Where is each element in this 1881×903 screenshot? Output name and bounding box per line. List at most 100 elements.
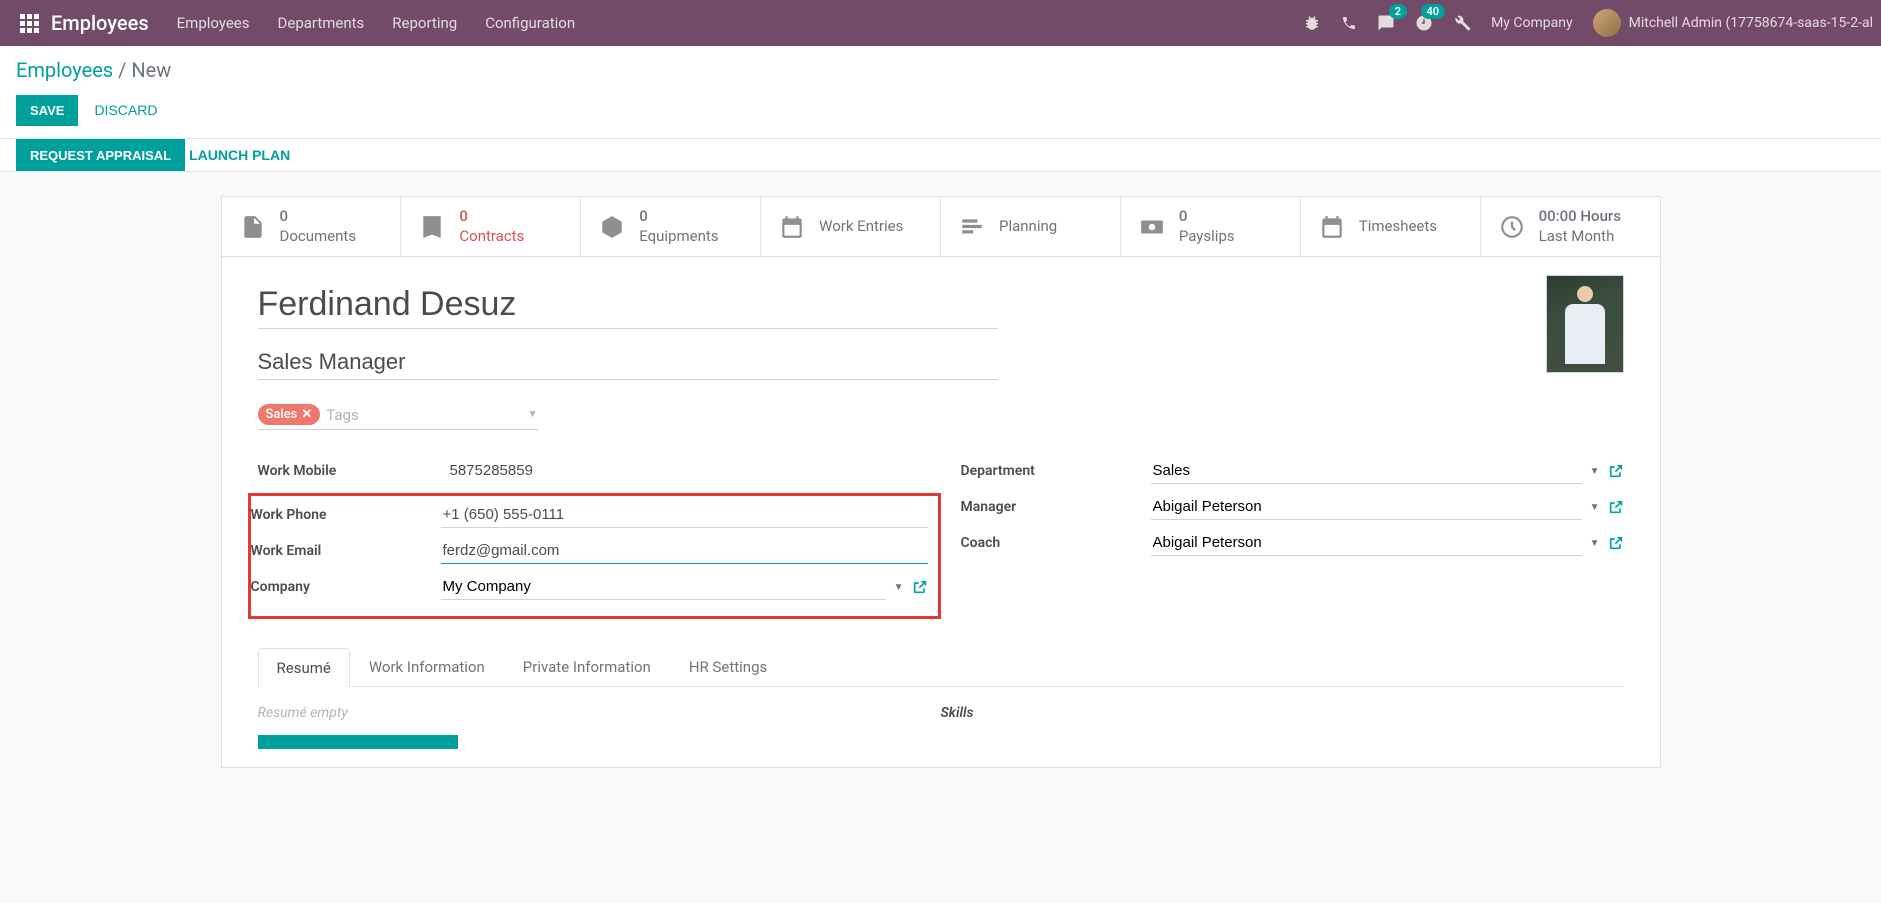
chevron-down-icon[interactable]: ▼ <box>1590 502 1600 513</box>
name-input[interactable] <box>258 281 998 329</box>
bug-icon[interactable] <box>1303 14 1321 32</box>
company-label: Company <box>251 579 441 595</box>
stat-label: Work Entries <box>819 217 903 237</box>
external-link-icon[interactable] <box>1608 499 1624 515</box>
request-appraisal-button[interactable]: REQUEST APPRAISAL <box>16 139 185 171</box>
work-mobile-label: Work Mobile <box>258 463 448 479</box>
right-column: Department ▼ Manager ▼ C <box>961 458 1624 619</box>
breadcrumb-sep: / <box>118 58 126 82</box>
stat-count: 0 <box>280 207 357 227</box>
external-link-icon[interactable] <box>1608 463 1624 479</box>
app-brand[interactable]: Employees <box>51 11 149 35</box>
clock-icon <box>1499 214 1525 240</box>
notebook-tabs: Resumé Work Information Private Informat… <box>258 647 1624 687</box>
breadcrumb-current: New <box>131 58 171 82</box>
chevron-down-icon[interactable]: ▼ <box>1590 538 1600 549</box>
chevron-down-icon[interactable]: ▼ <box>528 409 538 420</box>
form-sheet: 0Documents 0Contracts 0Equipments Work E… <box>221 196 1661 768</box>
top-menu: Employees Departments Reporting Configur… <box>177 14 575 32</box>
cubes-icon <box>599 214 625 240</box>
stat-timesheets[interactable]: Timesheets <box>1301 197 1481 256</box>
tags-field[interactable]: Sales ✕ Tags ▼ <box>258 404 538 430</box>
highlighted-region: Work Phone Work Email Company ▼ <box>248 493 941 619</box>
tab-content: Resumé empty Skills <box>222 687 1660 767</box>
add-resume-button[interactable] <box>258 735 458 749</box>
stat-buttons: 0Documents 0Contracts 0Equipments Work E… <box>222 197 1660 257</box>
company-switcher[interactable]: My Company <box>1491 15 1573 31</box>
chevron-down-icon[interactable]: ▼ <box>894 582 904 593</box>
menu-configuration[interactable]: Configuration <box>485 14 575 32</box>
stat-work-entries[interactable]: Work Entries <box>761 197 941 256</box>
menu-departments[interactable]: Departments <box>278 14 365 32</box>
launch-plan-button[interactable]: LAUNCH PLAN <box>185 139 294 171</box>
tag-sales[interactable]: Sales ✕ <box>258 404 321 425</box>
stat-payslips[interactable]: 0Payslips <box>1121 197 1301 256</box>
stat-label: Contracts <box>459 227 524 247</box>
tag-remove-icon[interactable]: ✕ <box>301 407 312 422</box>
topbar: Employees Employees Departments Reportin… <box>0 0 1881 46</box>
menu-employees[interactable]: Employees <box>177 14 250 32</box>
tab-private-info[interactable]: Private Information <box>504 647 670 686</box>
avatar-icon <box>1593 9 1621 37</box>
tools-icon[interactable] <box>1453 14 1471 32</box>
phone-icon[interactable] <box>1341 15 1357 31</box>
work-mobile-input[interactable] <box>448 458 921 483</box>
topbar-right: 2 40 My Company Mitchell Admin (17758674… <box>1303 9 1873 37</box>
messages-badge: 2 <box>1389 4 1407 19</box>
stat-label: Timesheets <box>1359 217 1437 237</box>
external-link-icon[interactable] <box>912 579 928 595</box>
apps-icon[interactable] <box>20 14 39 33</box>
work-email-label: Work Email <box>251 543 441 559</box>
tab-hr-settings[interactable]: HR Settings <box>670 647 786 686</box>
resume-empty-text: Resumé empty <box>258 705 941 721</box>
file-icon <box>240 214 266 240</box>
tags-placeholder: Tags <box>326 406 521 424</box>
calendar-icon <box>1319 214 1345 240</box>
manager-input[interactable] <box>1151 494 1582 520</box>
calendar-icon <box>779 214 805 240</box>
coach-input[interactable] <box>1151 530 1582 556</box>
left-column: Work Mobile Work Phone Work Email Compan… <box>258 458 921 619</box>
department-input[interactable] <box>1151 458 1582 484</box>
messages-icon[interactable]: 2 <box>1377 14 1395 32</box>
tab-work-info[interactable]: Work Information <box>350 647 504 686</box>
breadcrumb-root[interactable]: Employees <box>16 58 113 82</box>
breadcrumb: Employees / New <box>16 58 1865 82</box>
stat-label: Last Month <box>1539 227 1621 247</box>
stat-contracts[interactable]: 0Contracts <box>401 197 581 256</box>
money-icon <box>1139 214 1165 240</box>
stat-equipments[interactable]: 0Equipments <box>581 197 761 256</box>
employee-photo[interactable] <box>1546 275 1624 373</box>
stat-last-month[interactable]: 00:00 HoursLast Month <box>1481 197 1660 256</box>
save-button[interactable]: SAVE <box>16 95 78 126</box>
manager-label: Manager <box>961 499 1151 515</box>
stat-count: 0 <box>1179 207 1235 227</box>
discard-button[interactable]: DISCARD <box>90 94 161 126</box>
work-phone-input[interactable] <box>441 502 928 528</box>
user-menu[interactable]: Mitchell Admin (17758674-saas-15-2-al <box>1593 9 1873 37</box>
stat-label: Planning <box>999 217 1057 237</box>
tab-resume[interactable]: Resumé <box>258 648 350 687</box>
activities-icon[interactable]: 40 <box>1415 14 1433 32</box>
activities-badge: 40 <box>1421 4 1446 19</box>
stat-count: 0 <box>639 207 718 227</box>
stat-documents[interactable]: 0Documents <box>222 197 402 256</box>
coach-label: Coach <box>961 535 1151 551</box>
stat-planning[interactable]: Planning <box>941 197 1121 256</box>
job-title-input[interactable] <box>258 345 998 380</box>
department-label: Department <box>961 463 1151 479</box>
skills-header: Skills <box>941 705 1624 721</box>
external-link-icon[interactable] <box>1608 535 1624 551</box>
company-input[interactable] <box>441 574 886 600</box>
work-phone-label: Work Phone <box>251 507 441 523</box>
work-email-input[interactable] <box>441 538 928 564</box>
status-bar: REQUEST APPRAISAL LAUNCH PLAN <box>0 139 1881 172</box>
stat-count: 0 <box>459 207 524 227</box>
book-icon <box>419 214 445 240</box>
user-name: Mitchell Admin (17758674-saas-15-2-al <box>1629 15 1873 31</box>
menu-reporting[interactable]: Reporting <box>392 14 457 32</box>
chevron-down-icon[interactable]: ▼ <box>1590 466 1600 477</box>
stat-label: Equipments <box>639 227 718 247</box>
stat-count: 00:00 Hours <box>1539 207 1621 227</box>
tag-label: Sales <box>266 407 298 422</box>
